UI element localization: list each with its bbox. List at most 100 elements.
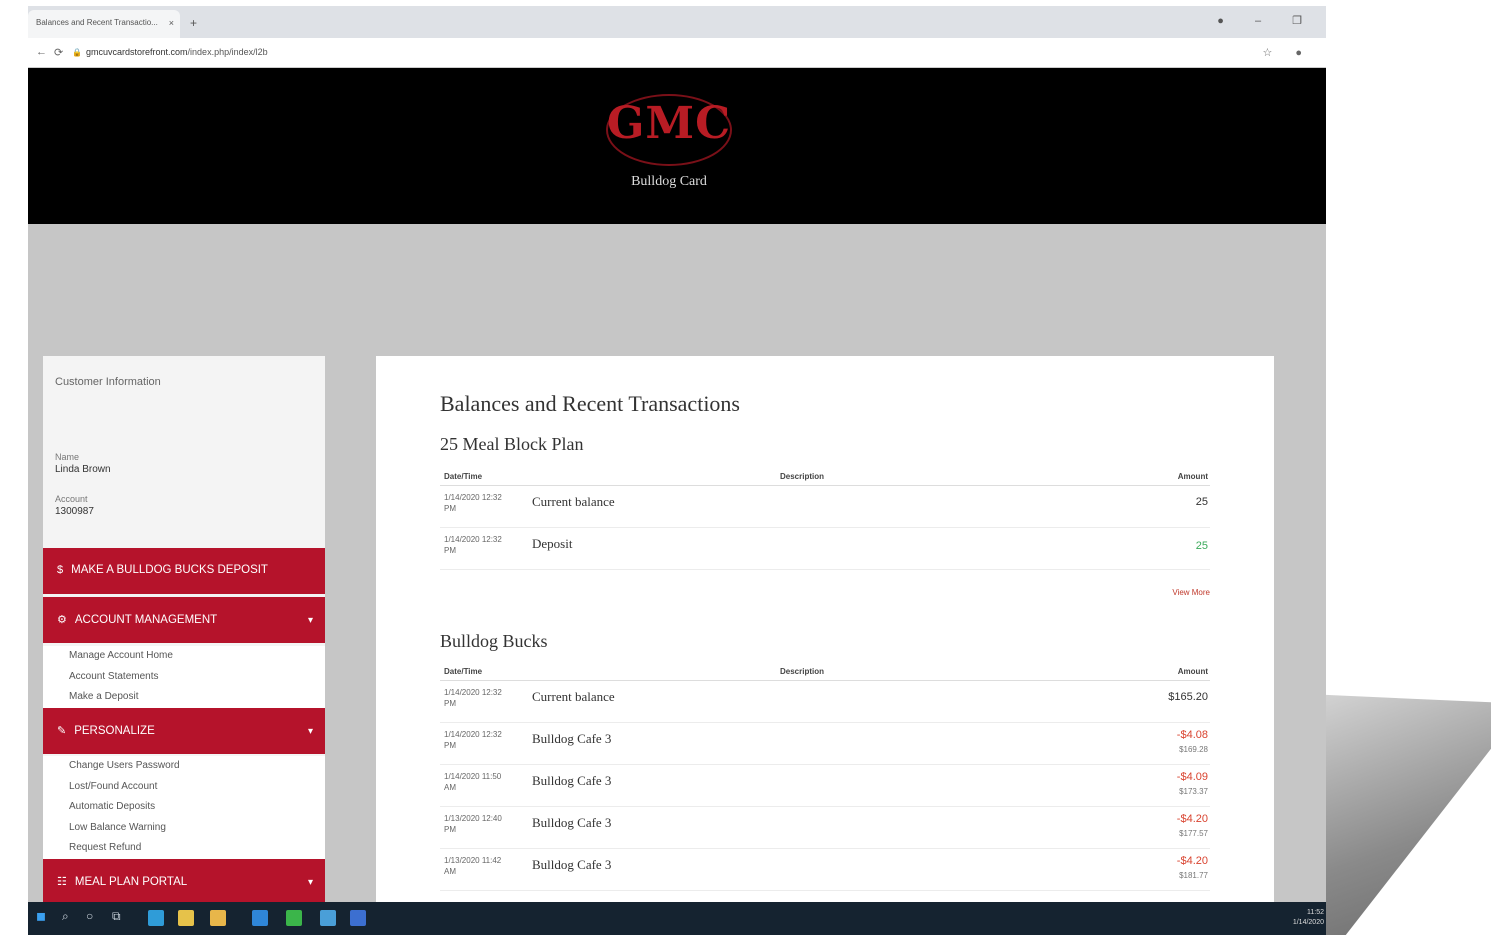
- row-description: Bulldog Cafe 3: [532, 815, 612, 830]
- photos-icon[interactable]: [320, 910, 336, 926]
- meal-icon: ☷: [57, 876, 67, 888]
- page-title: Balances and Recent Transactions: [440, 391, 740, 416]
- main-content: Balances and Recent Transactions 25 Meal…: [376, 356, 1274, 916]
- chevron-down-icon: ▾: [307, 726, 313, 737]
- mail-icon[interactable]: [252, 910, 268, 926]
- row-date: 1/14/2020 12:32 PM: [444, 535, 502, 555]
- submenu-item-manage-account[interactable]: Manage Account Home: [43, 646, 325, 667]
- chevron-down-icon: ▾: [307, 615, 313, 626]
- url-path: /index.php/index/l2b: [187, 47, 268, 57]
- make-deposit-menu[interactable]: $ MAKE A BULLDOG BUCKS DEPOSIT: [43, 548, 325, 594]
- table-row: 1/14/2020 12:32 PM Current balance 25: [440, 486, 1210, 528]
- browser-tab-bar: Balances and Recent Transactio... × + ● …: [28, 6, 1326, 38]
- row-amount: -$4.20: [1176, 813, 1208, 825]
- notes-icon[interactable]: [178, 910, 194, 926]
- row-date: 1/13/2020 12:40 PM: [444, 814, 502, 834]
- reload-icon[interactable]: ⟳: [54, 46, 63, 59]
- row-description: Bulldog Cafe 3: [532, 773, 612, 788]
- table-row: 1/14/2020 11:50 AM Bulldog Cafe 3 -$4.09…: [440, 765, 1210, 807]
- submenu-item-refund[interactable]: Request Refund: [43, 838, 325, 859]
- meal-plan-table: Date/Time Description Amount 1/14/2020 1…: [440, 464, 1210, 570]
- row-description: Current balance: [532, 494, 615, 509]
- row-running-balance: $177.57: [1179, 829, 1208, 838]
- customer-info-title: Customer Information: [55, 376, 161, 388]
- account-submenu: Manage Account Home Account Statements M…: [43, 646, 325, 708]
- browser-tab[interactable]: Balances and Recent Transactio... ×: [28, 10, 180, 38]
- submenu-item-low-balance[interactable]: Low Balance Warning: [43, 818, 325, 839]
- address-bar: ← ⟳ 🔒 gmcuvcardstorefront.com/index.php/…: [28, 38, 1326, 68]
- name-label: Name: [55, 452, 80, 462]
- row-running-balance: $169.28: [1179, 745, 1208, 754]
- col-description: Description: [780, 667, 825, 676]
- row-running-balance: $181.77: [1179, 871, 1208, 880]
- back-arrow-icon[interactable]: ←: [36, 46, 47, 58]
- row-running-balance: $173.37: [1179, 787, 1208, 796]
- section-title-bulldog-bucks: Bulldog Bucks: [440, 631, 548, 651]
- personalize-menu[interactable]: ✎ PERSONALIZE ▾: [43, 708, 325, 754]
- row-date: 1/14/2020 11:50 AM: [444, 772, 502, 792]
- submenu-item-change-password[interactable]: Change Users Password: [43, 756, 325, 777]
- clock-time: 11:52: [1307, 909, 1324, 916]
- submenu-item-auto-deposits[interactable]: Automatic Deposits: [43, 797, 325, 818]
- site-header: GMC Bulldog Card: [28, 68, 1326, 224]
- table-row: 1/14/2020 12:32 PM Bulldog Cafe 3 -$4.08…: [440, 723, 1210, 765]
- account-label: Account: [55, 494, 88, 504]
- bookmark-profile-icons[interactable]: ☆ ●: [1262, 46, 1312, 59]
- row-amount: 25: [1195, 540, 1208, 552]
- tab-close-icon[interactable]: ×: [169, 18, 174, 28]
- table-header: Date/Time Description Amount: [440, 659, 1210, 681]
- chrome-icon[interactable]: [286, 910, 302, 926]
- search-icon[interactable]: ⌕: [62, 909, 69, 924]
- row-amount: 25: [1195, 496, 1208, 508]
- row-amount: -$4.20: [1176, 855, 1208, 867]
- account-value: 1300987: [55, 506, 94, 517]
- window-controls[interactable]: ● – ❐: [1217, 14, 1316, 27]
- file-explorer-icon[interactable]: [210, 910, 226, 926]
- gmc-logo[interactable]: GMC: [596, 98, 742, 149]
- table-row: 1/14/2020 12:32 PM Deposit 25: [440, 528, 1210, 570]
- make-deposit-label: MAKE A BULLDOG BUCKS DEPOSIT: [71, 564, 268, 576]
- row-amount: -$4.09: [1176, 771, 1208, 783]
- clock-date: 1/14/2020: [1292, 919, 1324, 926]
- row-description: Bulldog Cafe 3: [532, 857, 612, 872]
- personalize-submenu: Change Users Password Lost/Found Account…: [43, 756, 325, 859]
- row-date: 1/14/2020 12:32 PM: [444, 688, 502, 708]
- cortana-icon[interactable]: ○: [86, 909, 93, 923]
- personalize-label: PERSONALIZE: [74, 725, 155, 737]
- meal-plan-portal-label: MEAL PLAN PORTAL: [74, 876, 188, 888]
- account-management-label: ACCOUNT MANAGEMENT: [74, 614, 218, 626]
- table-row: 1/13/2020 11:42 AM Bulldog Cafe 3 -$4.20…: [440, 849, 1210, 891]
- col-date: Date/Time: [444, 472, 483, 481]
- submenu-item-statements[interactable]: Account Statements: [43, 667, 325, 688]
- word-icon[interactable]: [350, 910, 366, 926]
- tab-title: Balances and Recent Transactio...: [36, 18, 158, 27]
- table-row: 1/14/2020 12:32 PM Current balance $165.…: [440, 681, 1210, 723]
- account-management-menu[interactable]: ⚙ ACCOUNT MANAGEMENT ▾: [43, 597, 325, 643]
- windows-taskbar: ◼ ⌕ ○ ⧉ 11:52 1/14/2020: [28, 902, 1326, 935]
- name-value: Linda Brown: [55, 464, 111, 475]
- table-header: Date/Time Description Amount: [440, 464, 1210, 486]
- windows-start-icon[interactable]: ◼: [36, 909, 46, 923]
- edge-icon[interactable]: [148, 910, 164, 926]
- row-amount: -$4.08: [1176, 729, 1208, 741]
- bulldog-bucks-table: Date/Time Description Amount 1/14/2020 1…: [440, 659, 1210, 891]
- row-date: 1/14/2020 12:32 PM: [444, 493, 502, 513]
- gear-icon: ⚙: [57, 614, 67, 626]
- col-date: Date/Time: [444, 667, 483, 676]
- row-date: 1/13/2020 11:42 AM: [444, 856, 502, 876]
- sidebar: Customer Information Name Linda Brown Ac…: [43, 356, 325, 916]
- url-host: gmcuvcardstorefront.com: [86, 47, 188, 57]
- table-row: 1/13/2020 12:40 PM Bulldog Cafe 3 -$4.20…: [440, 807, 1210, 849]
- new-tab-button[interactable]: +: [190, 16, 197, 30]
- view-more-link[interactable]: View More: [1172, 588, 1210, 597]
- pencil-icon: ✎: [57, 725, 67, 737]
- row-amount: $165.20: [1168, 691, 1208, 703]
- system-clock[interactable]: 11:52 1/14/2020: [1293, 908, 1324, 928]
- meal-plan-portal-menu[interactable]: ☷ MEAL PLAN PORTAL ▾: [43, 859, 325, 905]
- submenu-item-lost-found[interactable]: Lost/Found Account: [43, 777, 325, 798]
- url-field[interactable]: gmcuvcardstorefront.com/index.php/index/…: [86, 47, 268, 57]
- col-description: Description: [780, 472, 825, 481]
- task-view-icon[interactable]: ⧉: [112, 909, 121, 924]
- submenu-item-make-deposit[interactable]: Make a Deposit: [43, 687, 325, 708]
- row-description: Current balance: [532, 689, 615, 704]
